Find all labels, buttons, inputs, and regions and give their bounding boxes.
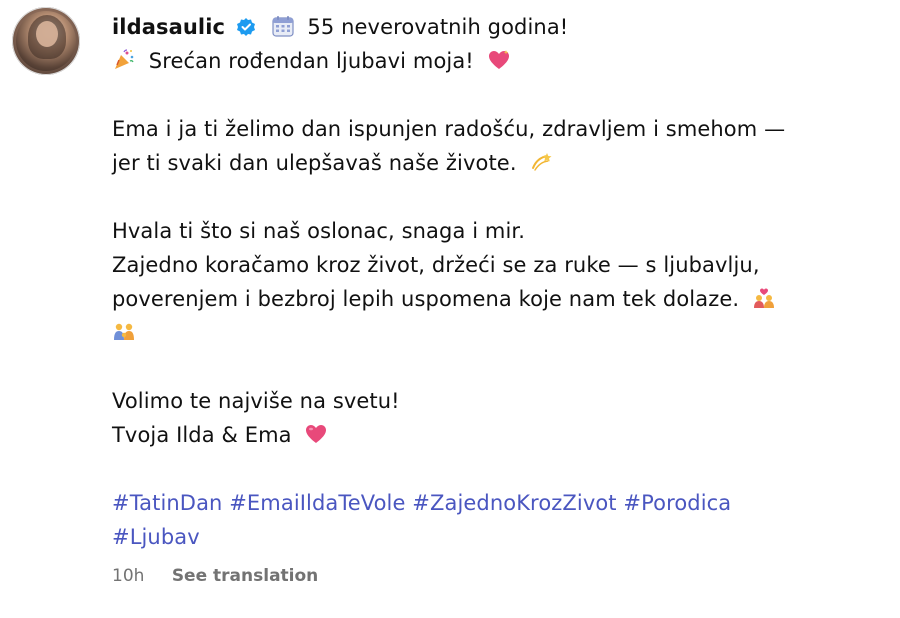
hashtag-link[interactable]: #Porodica bbox=[623, 491, 731, 515]
hashtag-link[interactable]: #Ljubav bbox=[112, 525, 200, 549]
caption-greeting-line: Srećan rođendan ljubavi moja! bbox=[112, 44, 882, 78]
username-link[interactable]: ildasaulic bbox=[112, 15, 225, 39]
sparkling-heart-emoji-icon bbox=[488, 50, 509, 69]
dizzy-star-emoji-icon bbox=[532, 153, 552, 171]
caption-text: jer ti svaki dan ulepšavaš naše živote. bbox=[112, 151, 517, 175]
avatar[interactable] bbox=[12, 7, 80, 75]
post-caption: ildasaulic 55 neverovatnih godina! Sreća… bbox=[112, 10, 882, 554]
caption-text: poverenjem i bezbroj lepih uspomena koje… bbox=[112, 287, 740, 311]
post-timestamp[interactable]: 10h bbox=[112, 566, 144, 586]
caption-headline: 55 neverovatnih godina! bbox=[307, 15, 569, 39]
caption-paragraph-line: Volimo te najviše na svetu! bbox=[112, 389, 400, 413]
calendar-emoji-icon bbox=[272, 16, 294, 37]
caption-emoji-line bbox=[112, 316, 882, 350]
post-meta: 10h See translation bbox=[112, 566, 318, 586]
caption-paragraph-line: Zajedno koračamo kroz život, držeći se z… bbox=[112, 253, 760, 277]
caption-paragraph-line: Ema i ja ti želimo dan ispunjen radošću,… bbox=[112, 117, 786, 141]
party-popper-emoji-icon bbox=[115, 49, 134, 69]
see-translation-button[interactable]: See translation bbox=[172, 566, 318, 586]
caption-paragraph-line: Tvoja Ilda & Ema bbox=[112, 418, 882, 452]
caption-paragraph-line: jer ti svaki dan ulepšavaš naše živote. bbox=[112, 146, 882, 180]
caption-signature: Tvoja Ilda & Ema bbox=[112, 423, 292, 447]
caption-paragraph-line: Hvala ti što si naš oslonac, snaga i mir… bbox=[112, 219, 525, 243]
avatar-face-shape bbox=[36, 21, 58, 47]
caption-greeting: Srećan rođendan ljubavi moja! bbox=[148, 49, 474, 73]
hashtag-link[interactable]: #TatinDan bbox=[112, 491, 222, 515]
heart-emoji-icon bbox=[306, 425, 327, 443]
hashtags-row: #TatinDan #EmaiIldaTeVole #ZajednoKrozZi… bbox=[112, 486, 882, 520]
hashtag-link[interactable]: #ZajednoKrozZivot bbox=[412, 491, 616, 515]
hashtags-row: #Ljubav bbox=[112, 520, 882, 554]
verified-badge-icon bbox=[236, 18, 255, 36]
caption-header-line: ildasaulic 55 neverovatnih godina! bbox=[112, 10, 882, 44]
couple-with-heart-emoji-icon bbox=[753, 288, 774, 308]
hashtag-link[interactable]: #EmaiIldaTeVole bbox=[229, 491, 405, 515]
family-emoji-icon bbox=[114, 323, 134, 340]
caption-paragraph-line: poverenjem i bezbroj lepih uspomena koje… bbox=[112, 282, 882, 316]
